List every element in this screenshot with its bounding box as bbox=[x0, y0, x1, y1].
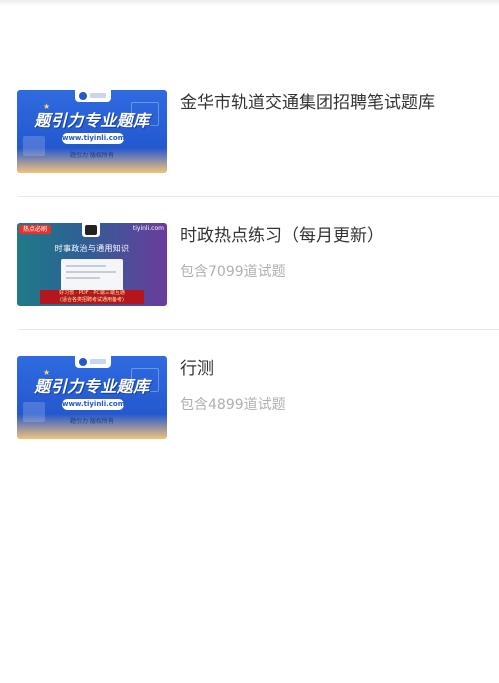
logo-icon bbox=[85, 225, 97, 235]
list-item[interactable]: 热点必刷 tiyinli.com 时事政治与通用知识 好习惯 · PDF · P… bbox=[0, 197, 499, 330]
item-thumbnail: ★ 题引力专业题库 www.tiyinli.com 题引力 版权所有 bbox=[17, 356, 167, 439]
logo-text bbox=[90, 359, 106, 364]
item-thumbnail: 热点必刷 tiyinli.com 时事政治与通用知识 好习惯 · PDF · P… bbox=[17, 223, 167, 306]
banner-line: (适合各类招聘考试通用备考) bbox=[60, 297, 124, 303]
thumbnail-url: www.tiyinli.com bbox=[62, 133, 126, 144]
preview-line bbox=[66, 277, 100, 279]
logo-icon bbox=[79, 92, 87, 100]
screen-preview-icon bbox=[61, 259, 123, 291]
item-title: 行测 bbox=[180, 359, 214, 379]
thumbnail-footer: 题引力 版权所有 bbox=[70, 152, 114, 159]
list-item[interactable]: ★ 题引力专业题库 www.tiyinli.com 题引力 版权所有 行测 包含… bbox=[0, 330, 499, 463]
list-item[interactable]: ★ 题引力专业题库 www.tiyinli.com 题引力 版权所有 金华市轨道… bbox=[0, 64, 499, 197]
thumbnail-url: www.tiyinli.com bbox=[62, 399, 126, 410]
thumbnail-banner: 好习惯 · PDF · PC端三端互通 (适合各类招聘考试通用备考) bbox=[40, 290, 144, 304]
logo-icon bbox=[79, 358, 87, 366]
preview-line bbox=[66, 265, 106, 267]
logo-text bbox=[90, 93, 106, 98]
thumbnail-headline: 题引力专业题库 bbox=[34, 111, 150, 130]
item-title: 时政热点练习（每月更新） bbox=[180, 226, 384, 246]
thumbnail-headline: 题引力专业题库 bbox=[34, 377, 150, 396]
thumbnail-tag: 热点必刷 bbox=[19, 225, 52, 234]
thumbnail-url: tiyinli.com bbox=[132, 225, 164, 232]
item-title: 金华市轨道交通集团招聘笔试题库 bbox=[180, 93, 435, 113]
thumbnail-headline: 时事政治与通用知识 bbox=[54, 244, 130, 253]
item-question-count: 包含7099道试题 bbox=[180, 264, 286, 280]
question-bank-list: ★ 题引力专业题库 www.tiyinli.com 题引力 版权所有 金华市轨道… bbox=[0, 64, 499, 463]
item-question-count: 包含4899道试题 bbox=[180, 397, 286, 413]
banner-line: 好习惯 · PDF · PC端三端互通 bbox=[59, 290, 125, 296]
top-bar bbox=[0, 0, 499, 6]
preview-line bbox=[66, 271, 116, 273]
item-thumbnail: ★ 题引力专业题库 www.tiyinli.com 题引力 版权所有 bbox=[17, 90, 167, 173]
thumbnail-footer: 题引力 版权所有 bbox=[70, 418, 114, 425]
